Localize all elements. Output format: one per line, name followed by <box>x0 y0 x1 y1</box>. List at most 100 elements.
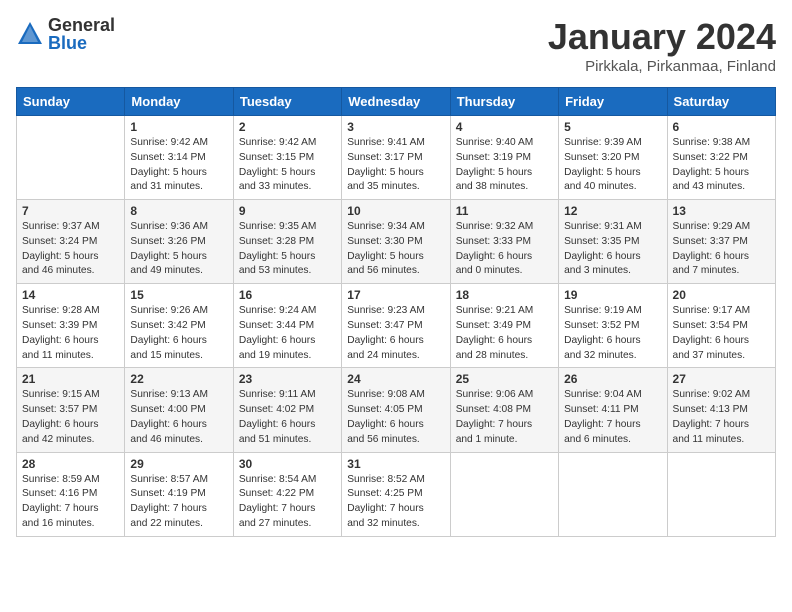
logo-blue-text: Blue <box>48 34 115 52</box>
day-info: Sunrise: 8:54 AMSunset: 4:22 PMDaylight:… <box>239 473 336 532</box>
day-number: 6 <box>673 120 770 134</box>
logo-general-text: General <box>48 16 115 34</box>
day-info: Sunrise: 9:35 AMSunset: 3:28 PMDaylight:… <box>239 220 336 279</box>
day-cell: 2 Sunrise: 9:42 AMSunset: 3:15 PMDaylight… <box>233 116 341 200</box>
day-number: 20 <box>673 288 770 302</box>
day-cell: 22 Sunrise: 9:13 AMSunset: 4:00 PMDayligh… <box>125 368 233 452</box>
week-row-1: 1 Sunrise: 9:42 AMSunset: 3:14 PMDaylight… <box>17 116 776 200</box>
week-row-5: 28Sunrise: 8:59 AMSunset: 4:16 PMDayligh… <box>17 452 776 536</box>
day-cell: 12Sunrise: 9:31 AMSunset: 3:35 PMDayligh… <box>559 200 667 284</box>
day-info: Sunrise: 9:08 AMSunset: 4:05 PMDaylight:… <box>347 388 444 447</box>
page-header: General Blue January 2024 Pirkkala, Pirk… <box>16 16 776 75</box>
day-info: Sunrise: 9:42 AMSunset: 3:14 PMDaylight:… <box>130 136 227 195</box>
day-number: 3 <box>347 120 444 134</box>
day-number: 4 <box>456 120 553 134</box>
day-info: Sunrise: 8:59 AMSunset: 4:16 PMDaylight:… <box>22 473 119 532</box>
header-cell-sunday: Sunday <box>17 88 125 116</box>
header-cell-thursday: Thursday <box>450 88 558 116</box>
day-info: Sunrise: 9:11 AMSunset: 4:02 PMDaylight:… <box>239 388 336 447</box>
day-info: Sunrise: 9:34 AMSunset: 3:30 PMDaylight:… <box>347 220 444 279</box>
day-number: 22 <box>130 372 227 386</box>
day-cell: 6 Sunrise: 9:38 AMSunset: 3:22 PMDaylight… <box>667 116 775 200</box>
day-cell: 23 Sunrise: 9:11 AMSunset: 4:02 PMDayligh… <box>233 368 341 452</box>
calendar-subtitle: Pirkkala, Pirkanmaa, Finland <box>548 58 776 75</box>
day-info: Sunrise: 9:39 AMSunset: 3:20 PMDaylight:… <box>564 136 661 195</box>
day-number: 23 <box>239 372 336 386</box>
day-info: Sunrise: 8:57 AMSunset: 4:19 PMDaylight:… <box>130 473 227 532</box>
day-number: 2 <box>239 120 336 134</box>
day-info: Sunrise: 9:17 AMSunset: 3:54 PMDaylight:… <box>673 304 770 363</box>
day-info: Sunrise: 9:32 AMSunset: 3:33 PMDaylight:… <box>456 220 553 279</box>
day-cell: 24Sunrise: 9:08 AMSunset: 4:05 PMDayligh… <box>342 368 450 452</box>
header-cell-wednesday: Wednesday <box>342 88 450 116</box>
day-number: 16 <box>239 288 336 302</box>
day-cell <box>559 452 667 536</box>
logo-icon <box>16 20 44 48</box>
day-info: Sunrise: 9:40 AMSunset: 3:19 PMDaylight:… <box>456 136 553 195</box>
day-cell: 27 Sunrise: 9:02 AMSunset: 4:13 PMDayligh… <box>667 368 775 452</box>
day-number: 13 <box>673 204 770 218</box>
day-info: Sunrise: 9:31 AMSunset: 3:35 PMDaylight:… <box>564 220 661 279</box>
week-row-2: 7Sunrise: 9:37 AMSunset: 3:24 PMDaylight… <box>17 200 776 284</box>
day-number: 21 <box>22 372 119 386</box>
day-number: 15 <box>130 288 227 302</box>
day-info: Sunrise: 9:13 AMSunset: 4:00 PMDaylight:… <box>130 388 227 447</box>
day-info: Sunrise: 9:38 AMSunset: 3:22 PMDaylight:… <box>673 136 770 195</box>
header-cell-friday: Friday <box>559 88 667 116</box>
day-info: Sunrise: 9:42 AMSunset: 3:15 PMDaylight:… <box>239 136 336 195</box>
day-cell: 3 Sunrise: 9:41 AMSunset: 3:17 PMDaylight… <box>342 116 450 200</box>
header-cell-saturday: Saturday <box>667 88 775 116</box>
day-info: Sunrise: 9:26 AMSunset: 3:42 PMDaylight:… <box>130 304 227 363</box>
header-cell-tuesday: Tuesday <box>233 88 341 116</box>
day-number: 17 <box>347 288 444 302</box>
day-cell: 20 Sunrise: 9:17 AMSunset: 3:54 PMDayligh… <box>667 284 775 368</box>
day-info: Sunrise: 9:06 AMSunset: 4:08 PMDaylight:… <box>456 388 553 447</box>
calendar-title: January 2024 <box>548 16 776 58</box>
day-info: Sunrise: 8:52 AMSunset: 4:25 PMDaylight:… <box>347 473 444 532</box>
title-block: January 2024 Pirkkala, Pirkanmaa, Finlan… <box>548 16 776 75</box>
calendar-header: SundayMondayTuesdayWednesdayThursdayFrid… <box>17 88 776 116</box>
day-info: Sunrise: 9:28 AMSunset: 3:39 PMDaylight:… <box>22 304 119 363</box>
day-info: Sunrise: 9:29 AMSunset: 3:37 PMDaylight:… <box>673 220 770 279</box>
day-number: 18 <box>456 288 553 302</box>
day-cell: 7Sunrise: 9:37 AMSunset: 3:24 PMDaylight… <box>17 200 125 284</box>
day-cell: 31 Sunrise: 8:52 AMSunset: 4:25 PMDayligh… <box>342 452 450 536</box>
day-cell: 28Sunrise: 8:59 AMSunset: 4:16 PMDayligh… <box>17 452 125 536</box>
week-row-4: 21 Sunrise: 9:15 AMSunset: 3:57 PMDayligh… <box>17 368 776 452</box>
day-cell: 10 Sunrise: 9:34 AMSunset: 3:30 PMDayligh… <box>342 200 450 284</box>
day-cell: 26Sunrise: 9:04 AMSunset: 4:11 PMDayligh… <box>559 368 667 452</box>
day-cell: 29Sunrise: 8:57 AMSunset: 4:19 PMDayligh… <box>125 452 233 536</box>
day-info: Sunrise: 9:36 AMSunset: 3:26 PMDaylight:… <box>130 220 227 279</box>
day-number: 30 <box>239 457 336 471</box>
header-row: SundayMondayTuesdayWednesdayThursdayFrid… <box>17 88 776 116</box>
day-cell: 17Sunrise: 9:23 AMSunset: 3:47 PMDayligh… <box>342 284 450 368</box>
day-number: 25 <box>456 372 553 386</box>
day-number: 14 <box>22 288 119 302</box>
day-info: Sunrise: 9:37 AMSunset: 3:24 PMDaylight:… <box>22 220 119 279</box>
logo: General Blue <box>16 16 115 52</box>
day-info: Sunrise: 9:15 AMSunset: 3:57 PMDaylight:… <box>22 388 119 447</box>
day-cell: 5 Sunrise: 9:39 AMSunset: 3:20 PMDaylight… <box>559 116 667 200</box>
day-cell: 9Sunrise: 9:35 AMSunset: 3:28 PMDaylight… <box>233 200 341 284</box>
day-number: 8 <box>130 204 227 218</box>
day-number: 10 <box>347 204 444 218</box>
day-number: 31 <box>347 457 444 471</box>
day-info: Sunrise: 9:02 AMSunset: 4:13 PMDaylight:… <box>673 388 770 447</box>
day-info: Sunrise: 9:19 AMSunset: 3:52 PMDaylight:… <box>564 304 661 363</box>
day-number: 5 <box>564 120 661 134</box>
day-cell: 18Sunrise: 9:21 AMSunset: 3:49 PMDayligh… <box>450 284 558 368</box>
calendar-body: 1 Sunrise: 9:42 AMSunset: 3:14 PMDaylight… <box>17 116 776 537</box>
day-cell <box>667 452 775 536</box>
day-cell: 25 Sunrise: 9:06 AMSunset: 4:08 PMDayligh… <box>450 368 558 452</box>
day-cell: 8 Sunrise: 9:36 AMSunset: 3:26 PMDaylight… <box>125 200 233 284</box>
day-cell: 1 Sunrise: 9:42 AMSunset: 3:14 PMDaylight… <box>125 116 233 200</box>
day-number: 26 <box>564 372 661 386</box>
day-number: 1 <box>130 120 227 134</box>
day-cell: 30 Sunrise: 8:54 AMSunset: 4:22 PMDayligh… <box>233 452 341 536</box>
header-cell-monday: Monday <box>125 88 233 116</box>
day-cell: 16 Sunrise: 9:24 AMSunset: 3:44 PMDayligh… <box>233 284 341 368</box>
day-number: 27 <box>673 372 770 386</box>
day-cell: 13 Sunrise: 9:29 AMSunset: 3:37 PMDayligh… <box>667 200 775 284</box>
day-info: Sunrise: 9:41 AMSunset: 3:17 PMDaylight:… <box>347 136 444 195</box>
day-info: Sunrise: 9:24 AMSunset: 3:44 PMDaylight:… <box>239 304 336 363</box>
